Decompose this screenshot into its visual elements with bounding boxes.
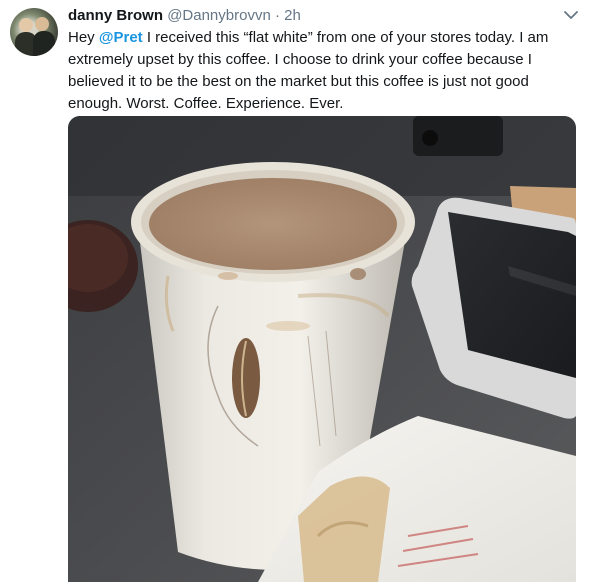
tweet: danny Brown @Dannybrovvn · 2h Hey @Pret …	[0, 0, 596, 582]
user-handle[interactable]: @Dannybrovvn	[167, 7, 271, 24]
coffee-bean-print	[232, 338, 260, 418]
timestamp[interactable]: 2h	[284, 7, 301, 24]
coffee-surface	[149, 178, 397, 270]
tweet-text: Hey @Pret I received this “flat white” f…	[68, 27, 578, 115]
tweet-media-photo[interactable]	[68, 116, 576, 582]
coffee-cup-photo	[68, 116, 576, 582]
tweet-text-start: Hey	[68, 29, 99, 46]
display-name[interactable]: danny Brown	[68, 7, 163, 24]
chevron-down-icon[interactable]	[564, 10, 578, 20]
mention-link[interactable]: @Pret	[99, 29, 143, 46]
avatar[interactable]	[10, 8, 58, 56]
avatar-figure-left-head	[19, 18, 33, 32]
avatar-figure-right-body	[33, 31, 55, 56]
avatar-figure-right-head	[35, 17, 49, 31]
device-button	[422, 130, 438, 146]
tweet-header: danny Brown @Dannybrovvn · 2h	[68, 6, 301, 26]
separator-dot: ·	[274, 7, 280, 24]
